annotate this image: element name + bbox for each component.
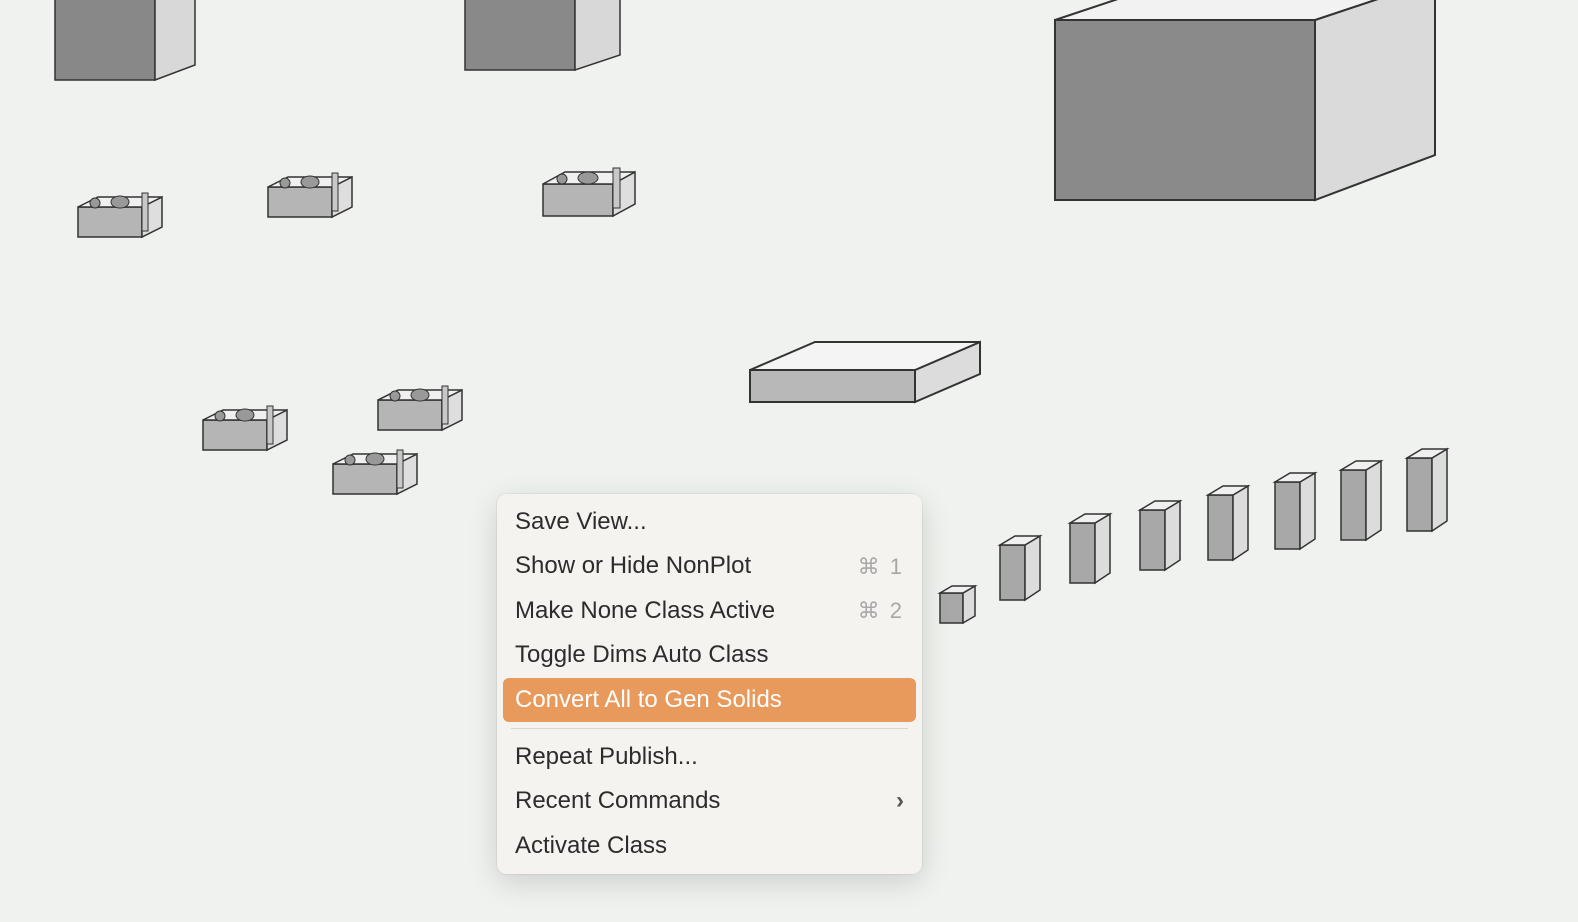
context-menu: Save View... Show or Hide NonPlot ⌘ 1 Ma… (497, 494, 922, 874)
menu-item-convert-all-gen-solids[interactable]: Convert All to Gen Solids (503, 678, 916, 722)
small-block-3[interactable] (1065, 508, 1120, 593)
menu-item-label: Save View... (515, 506, 647, 538)
menu-item-label: Convert All to Gen Solids (515, 684, 782, 716)
menu-item-label: Recent Commands (515, 785, 720, 817)
part-bracket-3[interactable] (535, 160, 650, 235)
small-block-1[interactable] (935, 578, 985, 633)
menu-item-label: Show or Hide NonPlot (515, 550, 751, 582)
menu-item-label: Activate Class (515, 830, 667, 862)
small-block-8[interactable] (1402, 443, 1457, 541)
menu-item-show-hide-nonplot[interactable]: Show or Hide NonPlot ⌘ 1 (503, 544, 916, 588)
part-bracket-5[interactable] (370, 378, 480, 448)
menu-item-repeat-publish[interactable]: Repeat Publish... (503, 735, 916, 779)
solid-large-box[interactable] (1035, 0, 1455, 240)
menu-separator (511, 728, 908, 729)
small-block-5[interactable] (1203, 480, 1258, 570)
menu-item-toggle-dims-auto-class[interactable]: Toggle Dims Auto Class (503, 633, 916, 677)
small-block-7[interactable] (1336, 455, 1391, 550)
solid-column-2[interactable] (455, 0, 655, 130)
menu-item-activate-class[interactable]: Activate Class (503, 824, 916, 868)
menu-item-save-view[interactable]: Save View... (503, 500, 916, 544)
small-block-2[interactable] (995, 530, 1050, 610)
chevron-right-icon: › (896, 785, 904, 817)
menu-item-label: Toggle Dims Auto Class (515, 639, 768, 671)
part-bracket-4[interactable] (195, 398, 305, 468)
menu-item-label: Make None Class Active (515, 595, 775, 627)
menu-item-label: Repeat Publish... (515, 741, 698, 773)
menu-item-shortcut: ⌘ 2 (858, 596, 904, 626)
part-bracket-2[interactable] (260, 165, 370, 235)
solid-slab[interactable] (735, 330, 995, 440)
part-bracket-1[interactable] (70, 185, 180, 255)
menu-item-shortcut: ⌘ 1 (858, 552, 904, 582)
menu-item-recent-commands[interactable]: Recent Commands › (503, 779, 916, 823)
small-block-4[interactable] (1135, 495, 1190, 580)
part-bracket-6[interactable] (325, 442, 435, 512)
menu-item-make-none-class-active[interactable]: Make None Class Active ⌘ 2 (503, 589, 916, 633)
solid-column-1[interactable] (45, 0, 225, 140)
small-block-6[interactable] (1270, 467, 1325, 559)
